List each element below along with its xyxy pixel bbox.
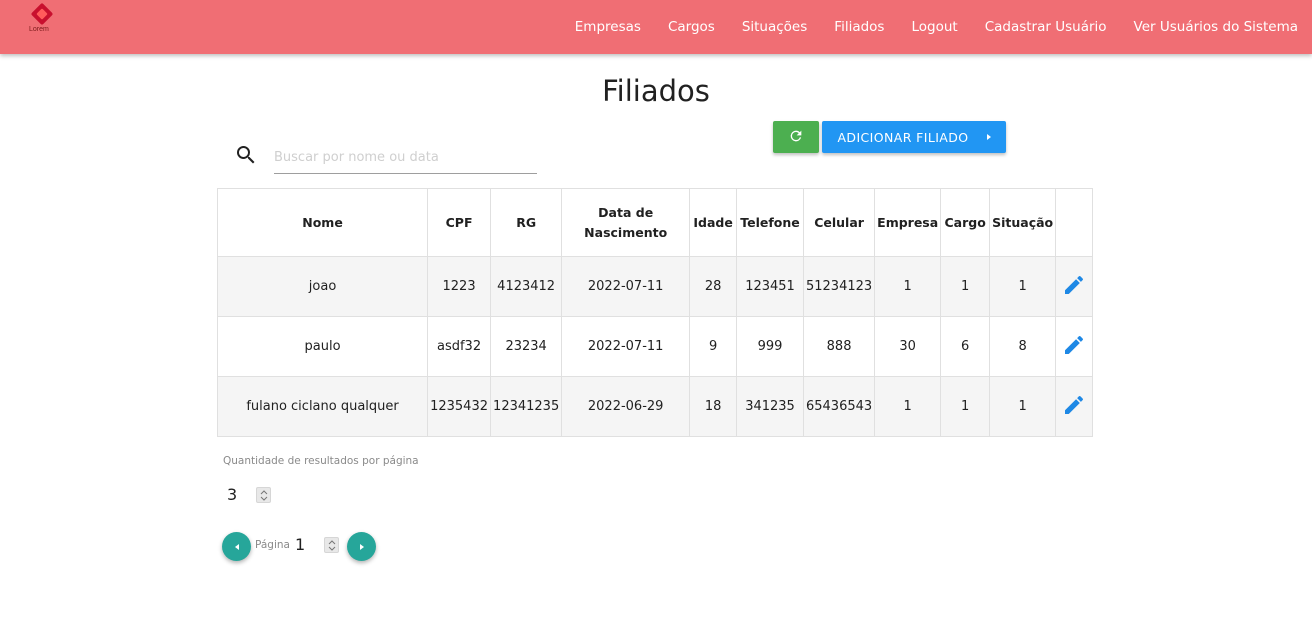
logo-mark-icon: [30, 2, 54, 26]
cell-cpf: asdf32: [427, 316, 492, 377]
edit-pencil-icon[interactable]: [1062, 333, 1086, 357]
cell-nome: fulano ciclano qualquer: [216, 376, 429, 437]
cell-cargo: 1: [940, 376, 991, 437]
col-header-nome: Nome: [216, 188, 429, 257]
cell-cpf: 1235432: [427, 376, 492, 437]
cell-idade: 28: [689, 256, 738, 317]
cell-empresa: 30: [874, 316, 942, 377]
brand-logo[interactable]: Lorem: [28, 2, 58, 36]
nav-link-filiados[interactable]: Filiados: [834, 19, 884, 35]
col-header-situacao: Situação: [989, 188, 1057, 257]
table-row: joao 1223 4123412 2022-07-11 28 123451 5…: [216, 256, 1093, 317]
cell-nome: paulo: [216, 316, 429, 377]
cell-data-nascimento: 2022-07-11: [561, 316, 691, 377]
per-page-stepper-icon[interactable]: [256, 487, 271, 503]
nav-link-logout[interactable]: Logout: [911, 19, 957, 35]
col-header-celular: Celular: [802, 188, 876, 257]
cell-data-nascimento: 2022-06-29: [561, 376, 691, 437]
table-header-row: Nome CPF RG Data de Nascimento Idade Tel…: [216, 188, 1093, 257]
search-input[interactable]: [274, 142, 537, 174]
cell-rg: 12341235: [490, 376, 563, 437]
cell-idade: 9: [689, 316, 738, 377]
col-header-actions: [1055, 188, 1093, 257]
cell-nome: joao: [216, 256, 429, 317]
logo-text: Lorem: [29, 26, 49, 33]
cell-empresa: 1: [874, 376, 942, 437]
cell-empresa: 1: [874, 256, 942, 317]
col-header-cargo: Cargo: [940, 188, 991, 257]
refresh-icon: [788, 128, 804, 147]
col-header-cpf: CPF: [427, 188, 492, 257]
cell-celular: 65436543: [802, 376, 876, 437]
nav-link-cadastrar-usuario[interactable]: Cadastrar Usuário: [985, 19, 1107, 35]
cell-rg: 23234: [490, 316, 563, 377]
navbar: Lorem Empresas Cargos Situações Filiados…: [0, 0, 1312, 54]
refresh-button[interactable]: [773, 121, 819, 153]
nav-link-empresas[interactable]: Empresas: [575, 19, 641, 35]
cell-situacao: 1: [989, 256, 1057, 317]
cell-data-nascimento: 2022-07-11: [561, 256, 691, 317]
per-page-value[interactable]: 3: [227, 485, 237, 504]
cell-rg: 4123412: [490, 256, 563, 317]
chevron-left-icon: [234, 543, 239, 550]
add-filiado-button[interactable]: ADICIONAR FILIADO: [822, 121, 1006, 153]
prev-page-button[interactable]: [222, 532, 251, 561]
cell-telefone: 123451: [736, 256, 804, 317]
col-header-telefone: Telefone: [736, 188, 804, 257]
cell-actions: [1055, 316, 1093, 377]
cell-celular: 51234123: [802, 256, 876, 317]
cell-cargo: 6: [940, 316, 991, 377]
edit-pencil-icon[interactable]: [1062, 393, 1086, 417]
cell-actions: [1055, 376, 1093, 437]
next-page-button[interactable]: [347, 532, 376, 561]
cell-situacao: 1: [989, 376, 1057, 437]
table-row: fulano ciclano qualquer 1235432 12341235…: [216, 376, 1093, 437]
col-header-idade: Idade: [689, 188, 738, 257]
cell-cpf: 1223: [427, 256, 492, 317]
filiados-table: Nome CPF RG Data de Nascimento Idade Tel…: [216, 188, 1093, 437]
page-value[interactable]: 1: [295, 535, 305, 554]
page-label: Página: [255, 539, 290, 551]
edit-pencil-icon[interactable]: [1062, 273, 1086, 297]
nav-link-cargos[interactable]: Cargos: [668, 19, 715, 35]
per-page-label: Quantidade de resultados por página: [223, 455, 419, 467]
search-icon: [234, 143, 258, 167]
cell-telefone: 341235: [736, 376, 804, 437]
cell-telefone: 999: [736, 316, 804, 377]
cell-idade: 18: [689, 376, 738, 437]
col-header-empresa: Empresa: [874, 188, 942, 257]
nav-link-ver-usuarios[interactable]: Ver Usuários do Sistema: [1134, 19, 1298, 35]
col-header-data-nascimento: Data de Nascimento: [561, 188, 691, 257]
col-header-rg: RG: [490, 188, 563, 257]
cell-situacao: 8: [989, 316, 1057, 377]
page-title: Filiados: [602, 74, 710, 108]
chevron-right-icon: [359, 543, 364, 550]
cell-celular: 888: [802, 316, 876, 377]
nav-link-situacoes[interactable]: Situações: [742, 19, 807, 35]
page-stepper-icon[interactable]: [324, 537, 339, 553]
cell-cargo: 1: [940, 256, 991, 317]
cell-actions: [1055, 256, 1093, 317]
add-filiado-label: ADICIONAR FILIADO: [837, 129, 969, 145]
caret-right-icon: [986, 134, 991, 140]
table-row: paulo asdf32 23234 2022-07-11 9 999 888 …: [216, 316, 1093, 377]
nav-links: Empresas Cargos Situações Filiados Logou…: [548, 0, 1298, 54]
